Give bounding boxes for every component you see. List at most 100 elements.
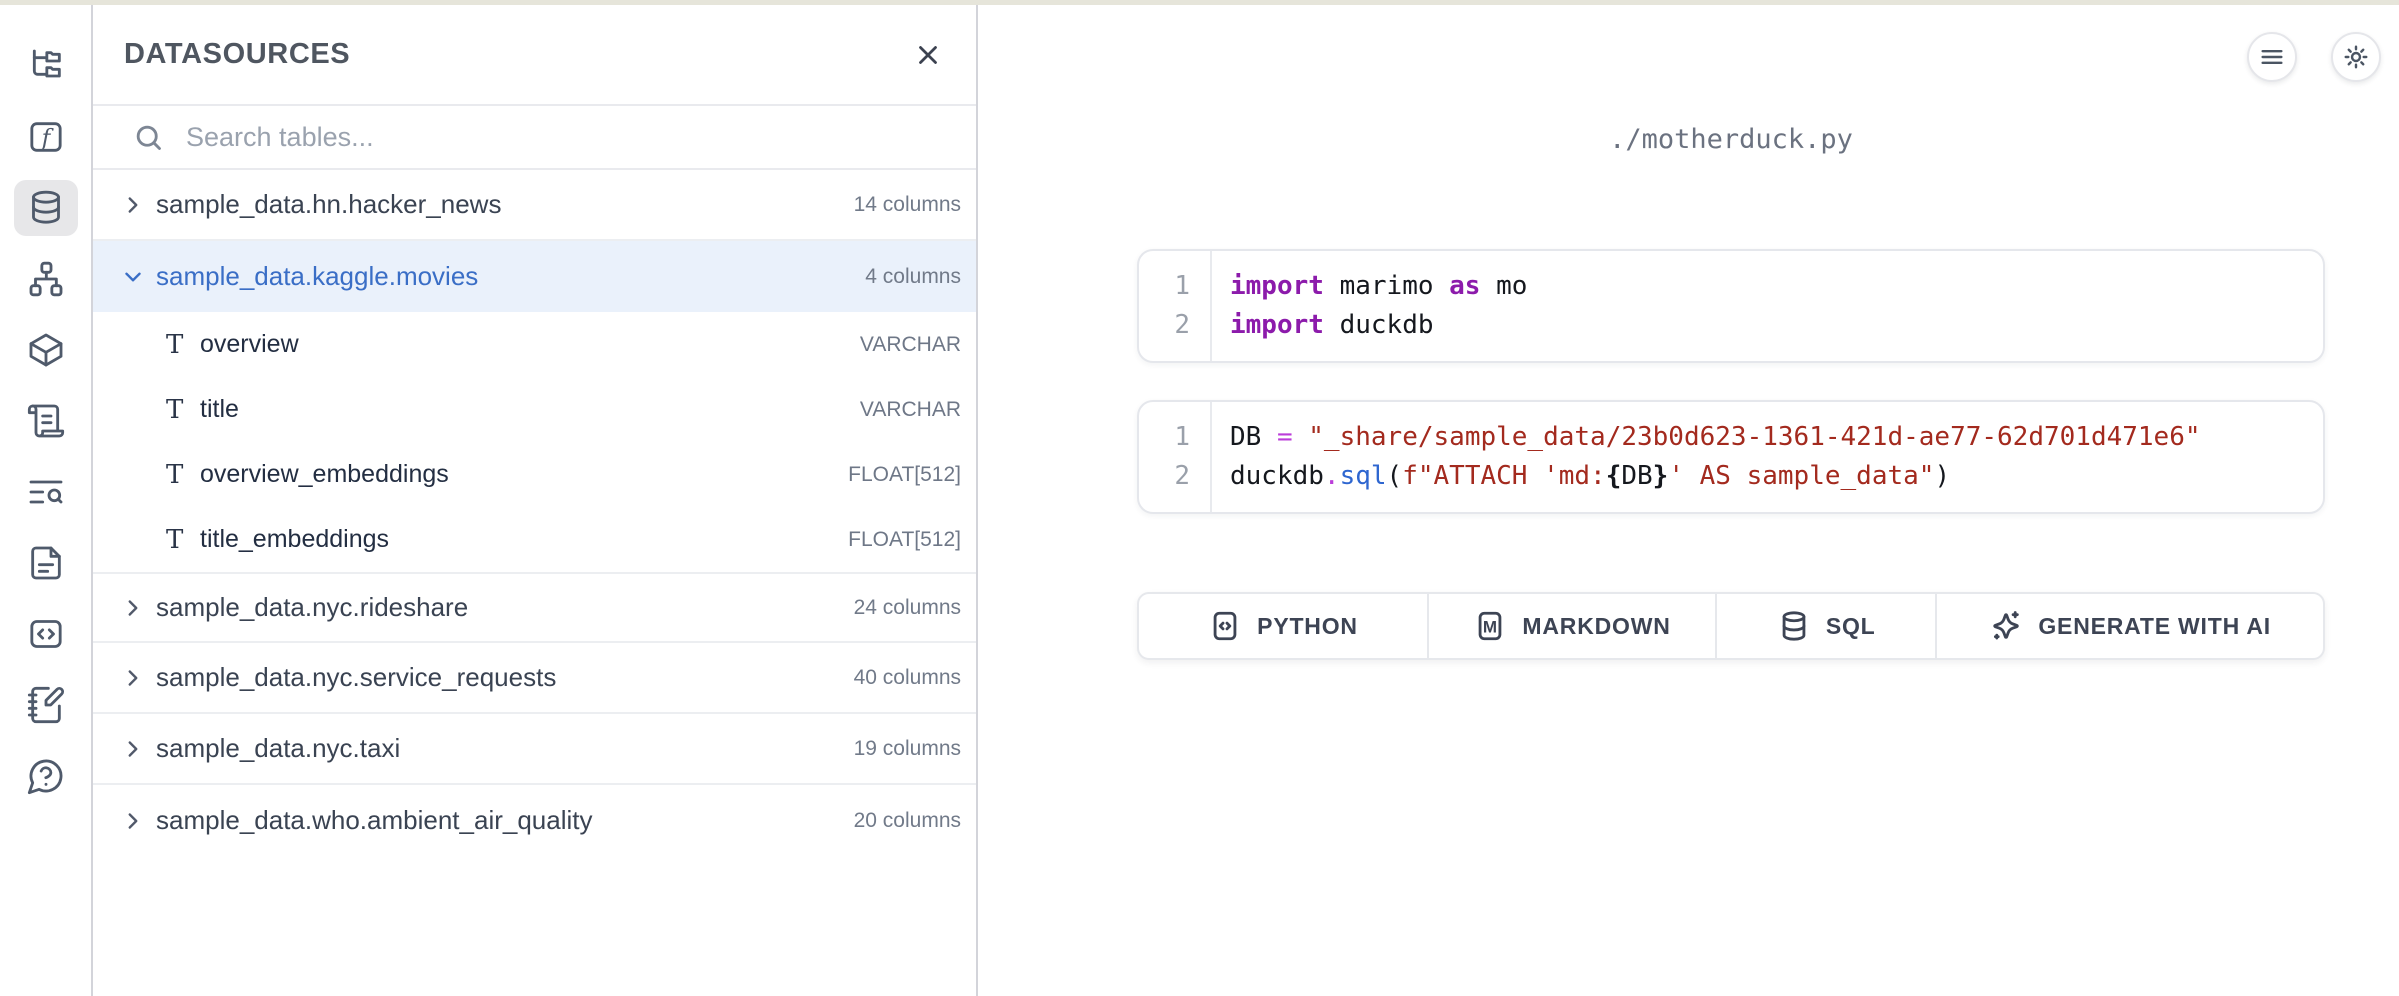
table-column-count: 19 columns	[854, 737, 961, 761]
text-type-icon: T	[166, 395, 200, 425]
line-number: 2	[1139, 457, 1190, 496]
code-snippet-icon	[26, 614, 66, 654]
text-type-icon: T	[166, 330, 200, 360]
line-number-gutter: 1 2	[1139, 251, 1212, 361]
scratchpad-button[interactable]	[14, 677, 78, 733]
table-row[interactable]: sample_data.nyc.service_requests 40 colu…	[93, 643, 976, 714]
notebook-filename: ./motherduck.py	[1137, 124, 2325, 155]
notebook-area: ./motherduck.py 1 2 import marimo as mo …	[978, 0, 2399, 996]
table-column-count: 24 columns	[854, 596, 961, 620]
table-search-bar	[93, 106, 976, 170]
column-name: overview	[200, 330, 299, 359]
dependencies-button[interactable]	[14, 251, 78, 307]
table-column-count: 20 columns	[854, 809, 961, 833]
code-line: duckdb.sql(f"ATTACH 'md:{DB}' AS sample_…	[1230, 457, 2201, 496]
line-number: 1	[1139, 418, 1190, 457]
column-row[interactable]: T title_embeddings FLOAT[512]	[93, 507, 976, 572]
database-icon	[26, 188, 66, 228]
code-cell[interactable]: 1 2 import marimo as mo import duckdb	[1137, 249, 2325, 363]
column-row[interactable]: T overview_embeddings FLOAT[512]	[93, 442, 976, 507]
button-label: PYTHON	[1257, 613, 1358, 640]
column-type: FLOAT[512]	[848, 528, 961, 552]
markdown-icon: M	[1473, 609, 1507, 643]
panel-header: DATASOURCES	[93, 0, 976, 106]
table-name: sample_data.nyc.taxi	[156, 733, 400, 764]
logs-button[interactable]	[14, 393, 78, 449]
package-box-icon	[26, 330, 66, 370]
table-row[interactable]: sample_data.hn.hacker_news 14 columns	[93, 170, 976, 241]
svg-text:M: M	[1483, 617, 1497, 636]
table-name: sample_data.nyc.service_requests	[156, 662, 556, 693]
file-tree-button[interactable]	[14, 38, 78, 94]
table-row[interactable]: sample_data.nyc.taxi 19 columns	[93, 714, 976, 785]
settings-button[interactable]	[2331, 32, 2381, 82]
close-panel-button[interactable]	[906, 33, 950, 77]
text-search-button[interactable]	[14, 464, 78, 520]
scroll-icon	[26, 401, 66, 441]
column-type: VARCHAR	[860, 398, 961, 422]
code-line: import marimo as mo	[1230, 267, 1527, 306]
column-name: overview_embeddings	[200, 460, 449, 489]
chevron-right-icon	[120, 192, 146, 218]
column-row[interactable]: T overview VARCHAR	[93, 312, 976, 377]
table-row[interactable]: sample_data.nyc.rideshare 24 columns	[93, 572, 976, 643]
text-type-icon: T	[166, 460, 200, 490]
snippets-button[interactable]	[14, 606, 78, 662]
chevron-right-icon	[120, 595, 146, 621]
table-column-count: 14 columns	[854, 193, 961, 217]
help-button[interactable]	[14, 748, 78, 804]
add-markdown-cell-button[interactable]: M MARKDOWN	[1429, 594, 1717, 658]
datasources-button[interactable]	[14, 180, 78, 236]
chevron-right-icon	[120, 736, 146, 762]
documentation-button[interactable]	[14, 535, 78, 591]
table-row[interactable]: sample_data.who.ambient_air_quality 20 c…	[93, 785, 976, 856]
svg-text:f: f	[39, 123, 54, 151]
table-column-count: 4 columns	[865, 265, 961, 289]
chevron-right-icon	[120, 665, 146, 691]
panel-title: DATASOURCES	[124, 38, 350, 71]
code-editor[interactable]: DB = "_share/sample_data/23b0d623-1361-4…	[1212, 402, 2201, 512]
line-number: 2	[1139, 306, 1190, 345]
button-label: GENERATE WITH AI	[2038, 613, 2271, 640]
add-cell-button-group: PYTHON M MARKDOWN SQL GENERATE WITH AI	[1137, 592, 2325, 660]
notebook-menu-button[interactable]	[2247, 32, 2297, 82]
add-sql-cell-button[interactable]: SQL	[1717, 594, 1937, 658]
code-line: DB = "_share/sample_data/23b0d623-1361-4…	[1230, 418, 2201, 457]
functions-icon: f	[26, 117, 66, 157]
document-icon	[26, 543, 66, 583]
notebook-pen-icon	[26, 685, 66, 725]
code-editor[interactable]: import marimo as mo import duckdb	[1212, 251, 1527, 361]
dependency-graph-icon	[26, 259, 66, 299]
tables-list: sample_data.hn.hacker_news 14 columns sa…	[93, 170, 976, 856]
code-line: import duckdb	[1230, 306, 1527, 345]
search-icon	[133, 122, 164, 153]
text-type-icon: T	[166, 525, 200, 555]
line-number: 1	[1139, 267, 1190, 306]
column-name: title	[200, 395, 239, 424]
sparkles-icon	[1989, 609, 2023, 643]
packages-button[interactable]	[14, 322, 78, 378]
column-row[interactable]: T title VARCHAR	[93, 377, 976, 442]
table-name: sample_data.hn.hacker_news	[156, 189, 501, 220]
code-cell[interactable]: 1 2 DB = "_share/sample_data/23b0d623-13…	[1137, 400, 2325, 514]
gear-icon	[2342, 43, 2370, 71]
table-row-selected[interactable]: sample_data.kaggle.movies 4 columns	[93, 241, 976, 312]
file-tree-icon	[26, 46, 66, 86]
add-python-cell-button[interactable]: PYTHON	[1139, 594, 1429, 658]
table-name: sample_data.kaggle.movies	[156, 261, 478, 292]
text-search-icon	[26, 472, 66, 512]
database-icon	[1777, 609, 1811, 643]
button-label: SQL	[1826, 613, 1876, 640]
hamburger-menu-icon	[2258, 43, 2286, 71]
table-column-count: 40 columns	[854, 666, 961, 690]
window-top-strip	[0, 0, 2399, 5]
chevron-right-icon	[120, 808, 146, 834]
line-number-gutter: 1 2	[1139, 402, 1212, 512]
table-name: sample_data.nyc.rideshare	[156, 592, 468, 623]
help-chat-icon	[26, 756, 66, 796]
table-name: sample_data.who.ambient_air_quality	[156, 805, 593, 836]
generate-with-ai-button[interactable]: GENERATE WITH AI	[1937, 594, 2323, 658]
code-icon	[1208, 609, 1242, 643]
functions-button[interactable]: f	[14, 109, 78, 165]
search-input[interactable]	[186, 122, 956, 153]
